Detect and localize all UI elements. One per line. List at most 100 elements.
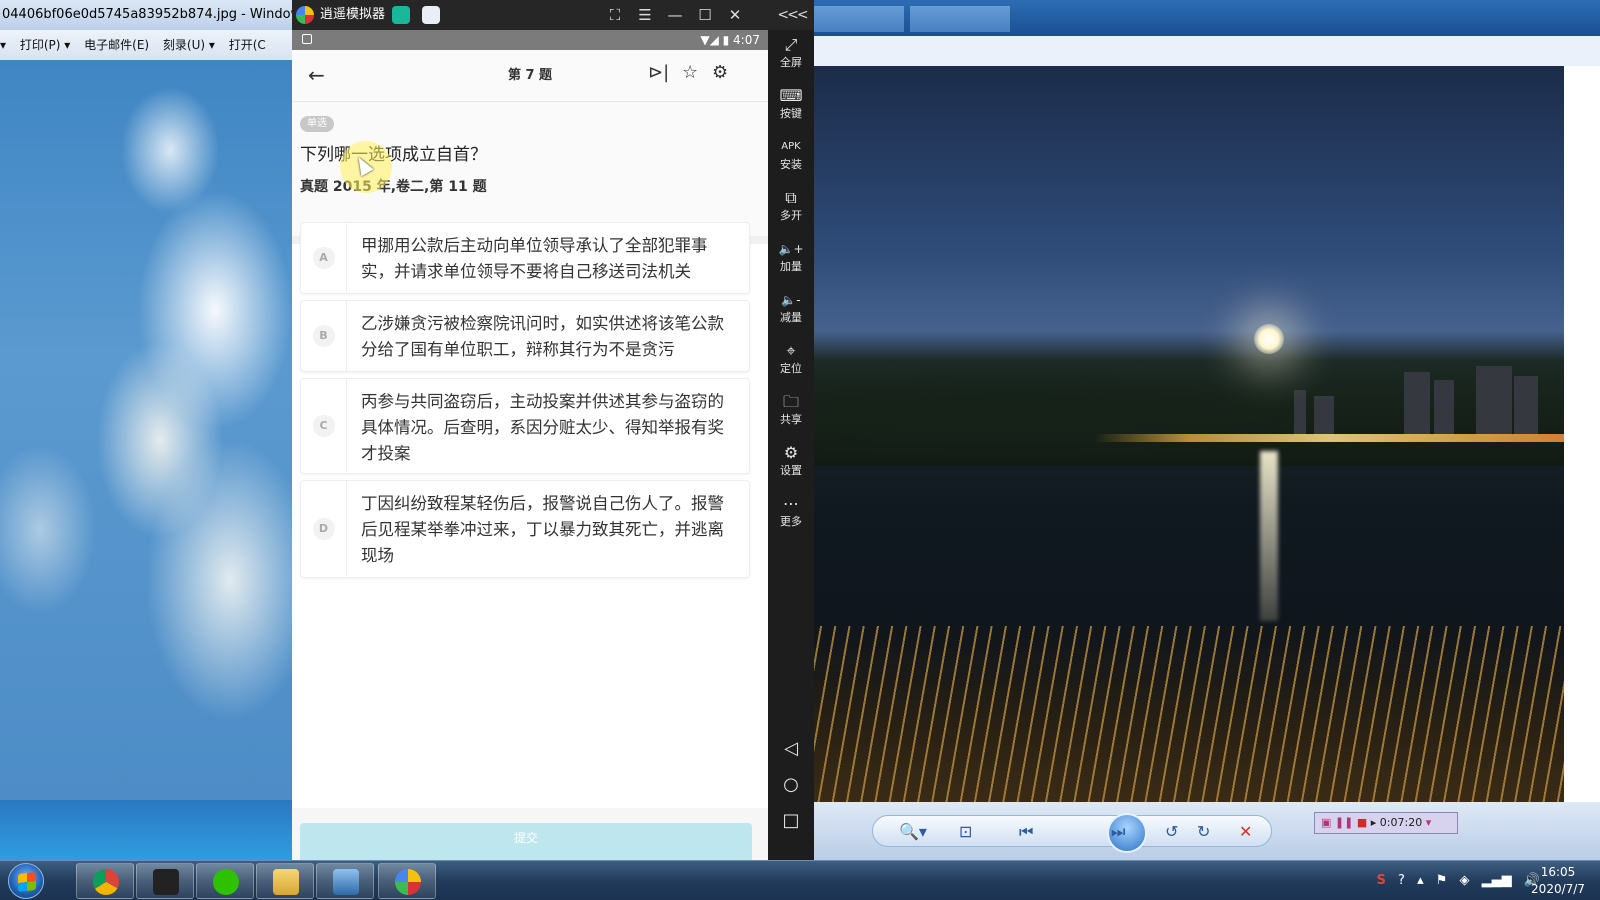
- option-d[interactable]: D 丁因纠纷致程某轻伤后，报警说自己伤人了。报警后见程某举拳冲过来，丁以暴力致其…: [300, 480, 750, 578]
- multi-window-icon: ⧉: [785, 188, 797, 207]
- app-shortcut-icon[interactable]: [422, 6, 440, 24]
- taskbar-emulator[interactable]: [378, 863, 436, 899]
- option-text: 乙涉嫌贪污被检察院讯问时，如实供述将该笔公款分给了国有单位职工，辩称其行为不是贪…: [361, 314, 724, 359]
- clock-date: 2020/7/7: [1531, 882, 1585, 896]
- photo-viewer-titlebar: [814, 0, 1600, 36]
- sidebar-fullscreen[interactable]: ⤢ 全屏: [768, 34, 814, 84]
- taskbar-app[interactable]: [136, 863, 194, 899]
- sidebar-location[interactable]: ⌖ 定位: [768, 340, 814, 390]
- menu-dropdown-arrow[interactable]: ▾: [0, 38, 6, 52]
- actual-size-icon[interactable]: ⊡: [959, 821, 972, 843]
- sidebar-volume-down[interactable]: 🔈- 减量: [768, 289, 814, 339]
- building: [1314, 396, 1334, 436]
- skip-next-icon[interactable]: ⊳|: [648, 62, 669, 83]
- android-screen: ▼◢ ▮ 4:07 第 7 题 ← ⊳| ☆ ⚙ 单选 下列哪一选项成立自首？ …: [292, 30, 768, 860]
- option-letter-badge: B: [301, 301, 347, 371]
- more-dots-icon: ⋯: [783, 494, 799, 513]
- signal-battery-icons: ▼◢ ▮: [700, 33, 730, 47]
- menu-open[interactable]: 打开(C: [229, 38, 266, 52]
- reeds-foreground: [814, 626, 1564, 802]
- android-home-icon[interactable]: ○: [780, 774, 802, 796]
- rotate-right-icon[interactable]: ↻: [1197, 821, 1210, 843]
- app-shortcut-icon[interactable]: [392, 6, 410, 24]
- android-recent-apps-icon[interactable]: □: [780, 810, 802, 832]
- system-tray: S ? ▴ ⚑ ◈ ▂▄▆ 🔊: [1369, 861, 1541, 900]
- submit-button[interactable]: 提交: [300, 823, 752, 860]
- status-icons: ▼◢ ▮ 4:07: [700, 30, 760, 50]
- moon-reflection: [1260, 451, 1278, 621]
- option-letter-badge: C: [301, 379, 347, 473]
- question-source: 真题 2015 年,卷二,第 11 题: [300, 179, 487, 195]
- titlebar-tab[interactable]: [910, 6, 1010, 32]
- photo-viewer-title[interactable]: 04406bf06e0d5745a83952b874.jpg - Windows…: [0, 0, 292, 30]
- sidebar-shared-folder[interactable]: 🗀 共享: [768, 391, 814, 441]
- recorder-icon: ▣: [1321, 816, 1332, 829]
- question-text: 下列哪一选项成立自首？: [300, 145, 487, 165]
- sidebar-multi-instance[interactable]: ⧉ 多开: [768, 187, 814, 237]
- close-button[interactable]: ✕: [720, 0, 750, 30]
- submit-bar: 提交: [292, 808, 768, 860]
- minimize-button[interactable]: —: [660, 0, 690, 30]
- photo-viewer-menubar: ▾ 打印(P) ▾ 电子邮件(E) 刻录(U) ▾ 打开(C: [0, 30, 292, 60]
- taskbar-wechat[interactable]: [196, 863, 254, 899]
- menu-email[interactable]: 电子邮件(E): [84, 38, 149, 52]
- taskbar-clock[interactable]: 16:05 2020/7/7: [1526, 864, 1590, 898]
- security-icon[interactable]: ◈: [1460, 873, 1470, 888]
- emulator-icon: [395, 869, 421, 895]
- taskbar-photo-viewer[interactable]: [316, 863, 374, 899]
- pause-icon[interactable]: ❚❚: [1335, 816, 1353, 829]
- start-button[interactable]: [8, 863, 44, 899]
- building: [1514, 376, 1538, 436]
- wechat-icon: [213, 869, 239, 895]
- sidebar-more[interactable]: ⋯ 更多: [768, 493, 814, 543]
- action-center-flag-icon[interactable]: ⚑: [1436, 873, 1448, 888]
- building: [1294, 390, 1306, 436]
- fullscreen-expand-icon: ⤢: [784, 35, 798, 54]
- next-icon[interactable]: ⏭: [1111, 821, 1125, 843]
- help-icon[interactable]: ?: [1398, 873, 1405, 888]
- option-b[interactable]: B 乙涉嫌贪污被检察院讯问时，如实供述将该笔公款分给了国有单位职工，辩称其行为不…: [300, 300, 750, 372]
- windows-logo-icon: [18, 872, 36, 892]
- menu-icon[interactable]: ☰: [630, 0, 660, 30]
- location-pin-icon: ⌖: [786, 341, 796, 360]
- building: [1434, 380, 1454, 436]
- play-icon[interactable]: ▸: [1371, 816, 1377, 829]
- photo-viewer-control-bar: [0, 800, 292, 860]
- android-back-icon[interactable]: ◁: [780, 738, 802, 760]
- star-icon[interactable]: ☆: [682, 62, 698, 83]
- rotate-left-icon[interactable]: ↺: [1165, 821, 1178, 843]
- zoom-icon[interactable]: 🔍▾: [899, 821, 927, 843]
- chrome-icon: [93, 869, 119, 895]
- maximize-button[interactable]: ☐: [690, 0, 720, 30]
- sogou-ime-icon[interactable]: S: [1377, 873, 1386, 888]
- fullscreen-icon[interactable]: ⛶: [600, 0, 630, 30]
- stop-icon[interactable]: ■: [1357, 816, 1367, 829]
- sidebar-volume-up[interactable]: 🔈+ 加量: [768, 238, 814, 288]
- screen-recorder-widget[interactable]: ▣ ❚❚ ■ ▸ 0:07:20 ▾: [1314, 812, 1458, 834]
- sidebar-keymapping[interactable]: ⌨ 按键: [768, 85, 814, 135]
- option-text: 丁因纠纷致程某轻伤后，报警说自己伤人了。报警后见程某举拳冲过来，丁以暴力致其死亡…: [361, 494, 724, 565]
- back-arrow-icon[interactable]: ←: [308, 63, 325, 87]
- gear-icon: ⚙: [783, 443, 799, 462]
- delete-icon[interactable]: ✕: [1239, 821, 1252, 843]
- menu-burn[interactable]: 刻录(U) ▾: [163, 38, 215, 52]
- moon: [1254, 324, 1284, 354]
- playback-controls: 🔍▾ ⊡ ⏮ ⏭ ↺ ↻ ✕: [872, 813, 1272, 853]
- tray-expand-icon[interactable]: ▴: [1417, 873, 1424, 888]
- settings-gear-icon[interactable]: ⚙: [712, 62, 728, 83]
- taskbar-explorer[interactable]: [256, 863, 314, 899]
- recorder-menu-icon[interactable]: ▾: [1426, 816, 1432, 829]
- titlebar-tab[interactable]: [814, 6, 904, 32]
- previous-icon[interactable]: ⏮: [1019, 821, 1033, 843]
- taskbar-chrome[interactable]: [76, 863, 134, 899]
- menu-print[interactable]: 打印(P) ▾: [20, 38, 70, 52]
- option-c[interactable]: C 丙参与共同盗窃后，主动投案并供述其参与盗窃的具体情况。后查明，系因分赃太少、…: [300, 378, 750, 474]
- building: [1476, 366, 1512, 436]
- emulator-title: 逍遥模拟器: [320, 7, 386, 22]
- option-a[interactable]: A 甲挪用公款后主动向单位领导承认了全部犯罪事实，并请求单位领导不要将自己移送司…: [300, 222, 750, 294]
- volume-down-icon: 🔈-: [781, 293, 801, 307]
- network-signal-icon[interactable]: ▂▄▆: [1482, 873, 1512, 888]
- sidebar-settings[interactable]: ⚙ 设置: [768, 442, 814, 492]
- collapse-sidebar-button[interactable]: <<<: [770, 0, 814, 30]
- sidebar-install-apk[interactable]: APK 安装: [768, 136, 814, 186]
